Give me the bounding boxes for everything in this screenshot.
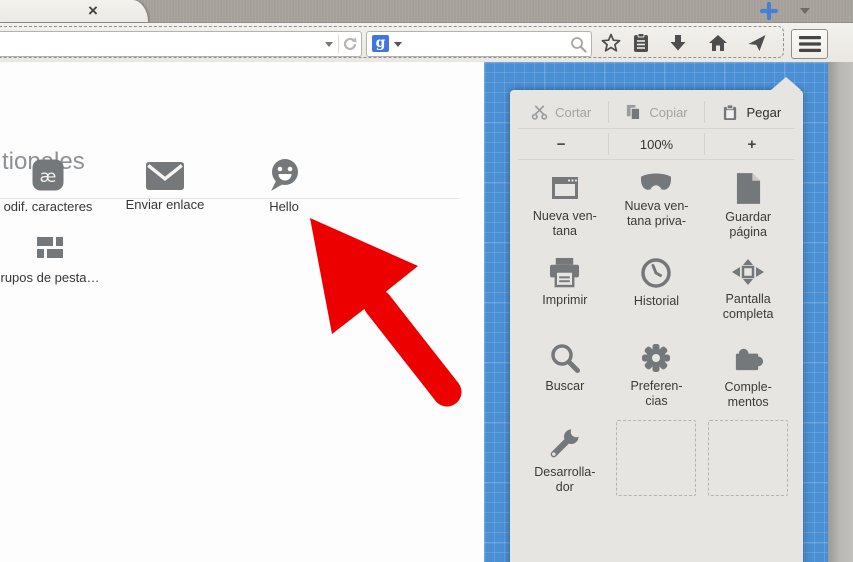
reload-icon[interactable] xyxy=(342,36,358,57)
fullscreen-icon xyxy=(730,257,766,287)
paste-icon xyxy=(722,104,739,121)
zoom-controls-row: − 100% + xyxy=(514,130,799,158)
cut-button[interactable]: Cortar xyxy=(514,104,608,121)
zoom-in-button[interactable]: + xyxy=(705,136,799,153)
preferences-button[interactable]: Preferen- cias xyxy=(611,334,703,419)
search-go-icon[interactable] xyxy=(570,36,587,58)
developer-wrench-icon xyxy=(548,427,581,460)
palette-item-hello[interactable]: Hello xyxy=(222,158,346,214)
tab-close-icon[interactable]: × xyxy=(88,0,98,22)
print-icon xyxy=(548,257,581,288)
tab-strip: × xyxy=(0,0,853,23)
copy-icon xyxy=(625,104,642,121)
new-window-button[interactable]: Nueva ven- tana xyxy=(519,164,611,249)
addons-button[interactable]: Comple- mentos xyxy=(702,334,794,419)
find-button[interactable]: Buscar xyxy=(519,334,611,419)
tab-list-caret-icon[interactable] xyxy=(800,8,810,14)
search-bar[interactable]: g xyxy=(366,31,592,57)
addons-puzzle-icon xyxy=(732,342,765,375)
window-edge xyxy=(828,62,853,562)
zoom-out-button[interactable]: − xyxy=(514,136,608,153)
search-engine-dropdown-icon[interactable] xyxy=(394,42,402,47)
palette-item-tab-groups[interactable]: rupos de pesta… xyxy=(0,231,112,285)
url-bar[interactable] xyxy=(0,31,362,57)
tab-groups-icon xyxy=(34,231,66,263)
menu-button[interactable] xyxy=(791,29,828,59)
preferences-gear-icon xyxy=(640,342,672,374)
mail-icon xyxy=(146,162,184,190)
developer-button[interactable]: Desarrolla- dor xyxy=(519,419,611,504)
save-page-button[interactable]: Guardar página xyxy=(702,164,794,249)
hamburger-menu-icon xyxy=(799,36,821,52)
charset-icon: æ xyxy=(31,158,65,192)
urlbar-dropdown-icon[interactable] xyxy=(325,42,333,47)
new-tab-icon[interactable] xyxy=(759,1,779,21)
zoom-level[interactable]: 100% xyxy=(609,137,703,152)
firefox-customize-window: × g xyxy=(0,0,853,562)
share-plane-icon[interactable] xyxy=(747,33,767,53)
drop-placeholder xyxy=(616,420,696,496)
urlbar-separator xyxy=(338,35,339,53)
hello-smiley-icon xyxy=(267,158,301,192)
empty-slot[interactable] xyxy=(611,419,703,504)
menu-panel: Cortar Copiar Pegar − 100% + xyxy=(510,90,803,562)
active-tab[interactable]: × xyxy=(0,0,148,22)
google-search-engine-icon[interactable]: g xyxy=(372,35,389,52)
edit-controls-row: Cortar Copiar Pegar xyxy=(514,97,799,127)
copy-button[interactable]: Copiar xyxy=(609,104,703,121)
navigation-toolbar: g xyxy=(0,23,853,63)
history-button[interactable]: Historial xyxy=(611,249,703,334)
paste-button[interactable]: Pegar xyxy=(705,104,799,121)
search-icon xyxy=(549,342,581,374)
palette-item-email-link[interactable]: Enviar enlace xyxy=(103,162,227,212)
new-window-icon xyxy=(549,172,581,204)
svg-text:æ: æ xyxy=(40,167,57,187)
panel-grid: Nueva ven- tana Nueva ven- tana priva- G… xyxy=(519,164,794,504)
cut-icon xyxy=(531,104,548,121)
bookmark-star-icon[interactable] xyxy=(601,33,621,53)
empty-slot[interactable] xyxy=(702,419,794,504)
download-icon[interactable] xyxy=(668,33,688,53)
print-button[interactable]: Imprimir xyxy=(519,249,611,334)
drop-placeholder xyxy=(708,420,788,496)
palette-item-charset[interactable]: æ odif. caracteres xyxy=(0,158,110,214)
fullscreen-button[interactable]: Pantalla completa xyxy=(702,249,794,334)
new-private-window-button[interactable]: Nueva ven- tana priva- xyxy=(611,164,703,249)
customize-palette: tionales æ odif. caracteres Enviar enlac… xyxy=(0,62,484,562)
history-clock-icon xyxy=(640,257,672,289)
private-mask-icon xyxy=(639,172,673,194)
bookmarks-menu-icon[interactable] xyxy=(631,33,651,53)
home-icon[interactable] xyxy=(708,33,728,53)
save-page-icon xyxy=(735,172,762,205)
